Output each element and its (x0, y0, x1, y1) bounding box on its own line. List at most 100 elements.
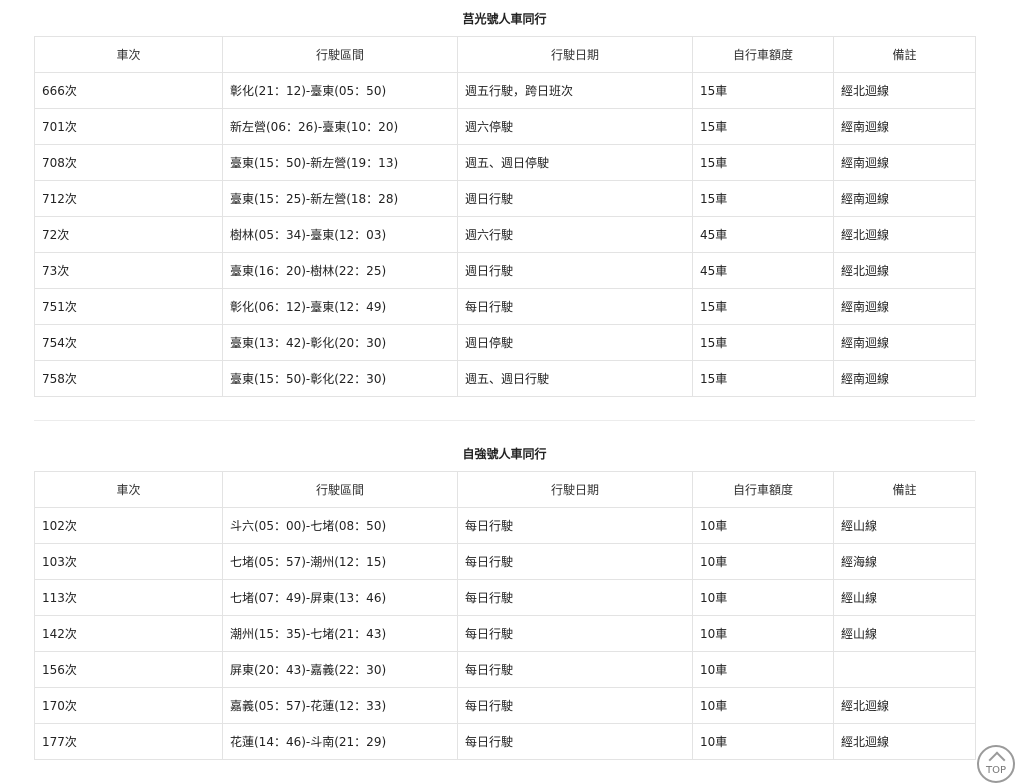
cell-route: 嘉義(05：57)-花蓮(12：33) (222, 687, 458, 724)
table-row: 758次 臺東(15：50)-彰化(22：30) 週五、週日行駛 15車 經南迴… (34, 360, 976, 397)
cell-train-no: 72次 (34, 216, 223, 253)
cell-train-no: 170次 (34, 687, 223, 724)
cell-route: 七堵(07：49)-屏東(13：46) (222, 579, 458, 616)
cell-train-no: 177次 (34, 723, 223, 760)
cell-remarks: 經南迴線 (833, 324, 976, 361)
table-header-row: 車次 行駛區間 行駛日期 自行車額度 備註 (34, 471, 976, 508)
table-row: 113次 七堵(07：49)-屏東(13：46) 每日行駛 10車 經山線 (34, 579, 976, 616)
cell-route: 屏東(20：43)-嘉義(22：30) (222, 651, 458, 688)
cell-route: 彰化(21：12)-臺東(05：50) (222, 72, 458, 109)
cell-operating-days: 每日行駛 (457, 651, 693, 688)
column-header-bike-quota: 自行車額度 (692, 471, 834, 508)
cell-route: 臺東(15：50)-彰化(22：30) (222, 360, 458, 397)
cell-route: 臺東(13：42)-彰化(20：30) (222, 324, 458, 361)
column-header-route: 行駛區間 (222, 471, 458, 508)
cell-remarks: 經北迴線 (833, 252, 976, 289)
cell-bike-quota: 10車 (692, 687, 834, 724)
cell-bike-quota: 45車 (692, 216, 834, 253)
table-row: 666次 彰化(21：12)-臺東(05：50) 週五行駛，跨日班次 15車 經… (34, 72, 976, 109)
cell-operating-days: 週六停駛 (457, 108, 693, 145)
cell-bike-quota: 10車 (692, 507, 834, 544)
cell-operating-days: 每日行駛 (457, 723, 693, 760)
cell-route: 樹林(05：34)-臺東(12：03) (222, 216, 458, 253)
table-row: 102次 斗六(05：00)-七堵(08：50) 每日行駛 10車 經山線 (34, 507, 976, 544)
column-header-remarks: 備註 (833, 36, 976, 73)
table-row: 701次 新左營(06：26)-臺東(10：20) 週六停駛 15車 經南迴線 (34, 108, 976, 145)
cell-train-no: 701次 (34, 108, 223, 145)
cell-bike-quota: 15車 (692, 360, 834, 397)
cell-remarks: 經海線 (833, 543, 976, 580)
table-row: 751次 彰化(06：12)-臺東(12：49) 每日行駛 15車 經南迴線 (34, 288, 976, 325)
cell-remarks: 經北迴線 (833, 72, 976, 109)
table-row: 177次 花蓮(14：46)-斗南(21：29) 每日行駛 10車 經北迴線 (34, 723, 976, 760)
cell-train-no: 712次 (34, 180, 223, 217)
cell-route: 潮州(15：35)-七堵(21：43) (222, 615, 458, 652)
cell-operating-days: 每日行駛 (457, 687, 693, 724)
cell-bike-quota: 45車 (692, 252, 834, 289)
cell-train-no: 666次 (34, 72, 223, 109)
table-header-row: 車次 行駛區間 行駛日期 自行車額度 備註 (34, 36, 976, 73)
table-row: 73次 臺東(16：20)-樹林(22：25) 週日行駛 45車 經北迴線 (34, 252, 976, 289)
cell-operating-days: 週五行駛，跨日班次 (457, 72, 693, 109)
page: 莒光號人車同行 車次 行駛區間 行駛日期 自行車額度 備註 666次 彰化(21… (0, 0, 1024, 784)
cell-bike-quota: 10車 (692, 579, 834, 616)
cell-train-no: 156次 (34, 651, 223, 688)
cell-train-no: 102次 (34, 507, 223, 544)
cell-train-no: 113次 (34, 579, 223, 616)
cell-remarks: 經南迴線 (833, 360, 976, 397)
cell-operating-days: 週日行駛 (457, 180, 693, 217)
section-title: 自強號人車同行 (462, 447, 547, 461)
cell-operating-days: 週六行駛 (457, 216, 693, 253)
cell-operating-days: 週日行駛 (457, 252, 693, 289)
cell-remarks: 經南迴線 (833, 288, 976, 325)
cell-route: 斗六(05：00)-七堵(08：50) (222, 507, 458, 544)
section-tze-chiang: 自強號人車同行 車次 行駛區間 行駛日期 自行車額度 備註 102次 斗六(05… (34, 444, 976, 760)
cell-remarks: 經北迴線 (833, 216, 976, 253)
table-row: 72次 樹林(05：34)-臺東(12：03) 週六行駛 45車 經北迴線 (34, 216, 976, 253)
table-row: 103次 七堵(05：57)-潮州(12：15) 每日行駛 10車 經海線 (34, 543, 976, 580)
cell-operating-days: 每日行駛 (457, 579, 693, 616)
table-row: 142次 潮州(15：35)-七堵(21：43) 每日行駛 10車 經山線 (34, 615, 976, 652)
cell-remarks: 經南迴線 (833, 180, 976, 217)
cell-remarks (833, 651, 976, 688)
column-header-train-no: 車次 (34, 36, 223, 73)
cell-route: 臺東(15：50)-新左營(19：13) (222, 144, 458, 181)
column-header-bike-quota: 自行車額度 (692, 36, 834, 73)
cell-train-no: 758次 (34, 360, 223, 397)
cell-route: 花蓮(14：46)-斗南(21：29) (222, 723, 458, 760)
column-header-route: 行駛區間 (222, 36, 458, 73)
cell-remarks: 經山線 (833, 507, 976, 544)
cell-remarks: 經山線 (833, 579, 976, 616)
cell-bike-quota: 10車 (692, 651, 834, 688)
cell-bike-quota: 15車 (692, 72, 834, 109)
column-header-operating-days: 行駛日期 (457, 471, 693, 508)
section-chu-kuang: 莒光號人車同行 車次 行駛區間 行駛日期 自行車額度 備註 666次 彰化(21… (34, 9, 976, 397)
cell-train-no: 142次 (34, 615, 223, 652)
table-row: 712次 臺東(15：25)-新左營(18：28) 週日行駛 15車 經南迴線 (34, 180, 976, 217)
cell-operating-days: 週五、週日行駛 (457, 360, 693, 397)
cell-route: 彰化(06：12)-臺東(12：49) (222, 288, 458, 325)
cell-operating-days: 每日行駛 (457, 543, 693, 580)
cell-bike-quota: 10車 (692, 543, 834, 580)
cell-bike-quota: 10車 (692, 615, 834, 652)
cell-train-no: 73次 (34, 252, 223, 289)
section-divider (34, 420, 975, 421)
schedule-table-tze-chiang: 車次 行駛區間 行駛日期 自行車額度 備註 102次 斗六(05：00)-七堵(… (34, 471, 976, 760)
cell-route: 七堵(05：57)-潮州(12：15) (222, 543, 458, 580)
cell-train-no: 754次 (34, 324, 223, 361)
cell-route: 臺東(16：20)-樹林(22：25) (222, 252, 458, 289)
cell-remarks: 經北迴線 (833, 723, 976, 760)
column-header-operating-days: 行駛日期 (457, 36, 693, 73)
cell-operating-days: 週日停駛 (457, 324, 693, 361)
cell-route: 臺東(15：25)-新左營(18：28) (222, 180, 458, 217)
back-to-top-button[interactable]: TOP (977, 745, 1015, 783)
cell-operating-days: 每日行駛 (457, 615, 693, 652)
cell-bike-quota: 15車 (692, 324, 834, 361)
cell-operating-days: 每日行駛 (457, 507, 693, 544)
cell-train-no: 708次 (34, 144, 223, 181)
cell-train-no: 103次 (34, 543, 223, 580)
cell-remarks: 經南迴線 (833, 144, 976, 181)
table-row: 708次 臺東(15：50)-新左營(19：13) 週五、週日停駛 15車 經南… (34, 144, 976, 181)
cell-remarks: 經山線 (833, 615, 976, 652)
cell-bike-quota: 10車 (692, 723, 834, 760)
